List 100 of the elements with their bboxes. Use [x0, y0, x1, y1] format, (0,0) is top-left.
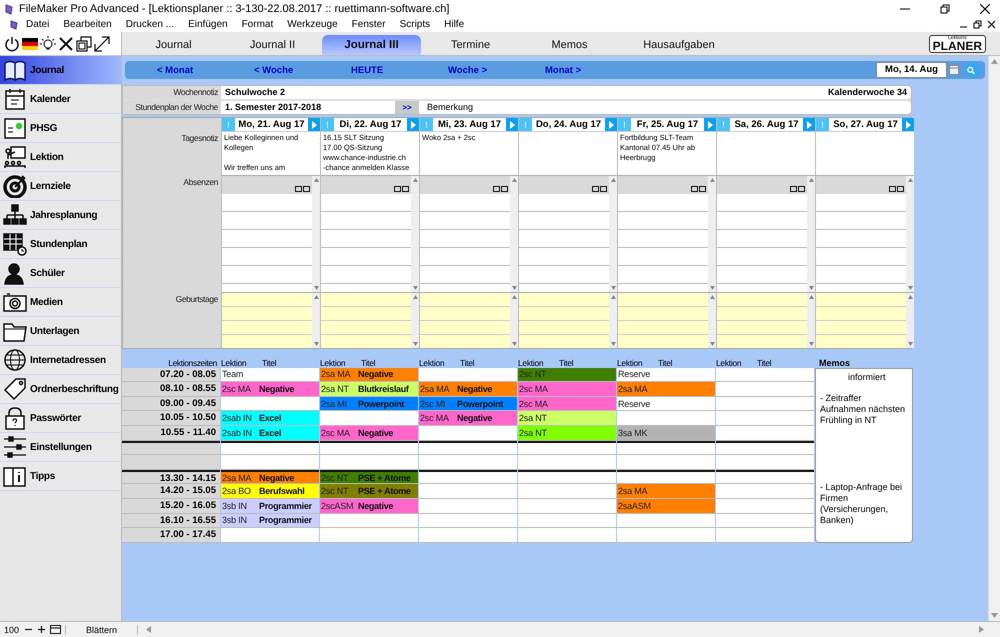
birthday-list[interactable]: [618, 292, 716, 348]
nav-link[interactable]: HEUTE: [351, 64, 448, 76]
menu-item[interactable]: Fenster: [344, 19, 392, 30]
scroll-down-icon[interactable]: [512, 342, 516, 346]
scroll-down-icon[interactable]: [808, 342, 814, 346]
scrollbar[interactable]: [510, 176, 518, 292]
lesson-cell[interactable]: 2sa BO Berufswahl: [221, 484, 319, 499]
lesson-cell[interactable]: 2saASM: [617, 498, 715, 514]
scrollbar[interactable]: [312, 293, 320, 348]
scroll-down-icon[interactable]: [314, 342, 318, 346]
birthday-list[interactable]: [321, 292, 419, 348]
scroll-up-icon[interactable]: [512, 178, 516, 182]
birthday-list[interactable]: [420, 292, 518, 348]
scrollbar[interactable]: [312, 176, 320, 292]
absence-list[interactable]: [222, 175, 320, 292]
next-button[interactable]: [308, 118, 320, 131]
scrollbar[interactable]: [609, 176, 617, 292]
lesson-cell[interactable]: 2sc MI Powerpoint: [419, 396, 517, 412]
scroll-left-icon[interactable]: [146, 626, 152, 633]
scrollbar[interactable]: [807, 293, 815, 348]
tab[interactable]: Journal: [124, 35, 223, 55]
scrollbar[interactable]: [510, 293, 518, 348]
sidebar-item[interactable]: Internetadressen: [0, 346, 121, 375]
scroll-down-icon[interactable]: [610, 342, 616, 346]
lesson-cell[interactable]: 2sa NT: [518, 426, 616, 441]
lesson-cell[interactable]: 3sb IN Programmier: [221, 498, 319, 514]
lesson-cell[interactable]: 2sa MA: [617, 484, 715, 499]
scrollbar[interactable]: [906, 176, 914, 292]
scrollbar[interactable]: [988, 56, 1000, 621]
scroll-up-icon[interactable]: [808, 178, 814, 182]
sidebar-item[interactable]: Lektion: [0, 143, 121, 172]
scroll-down-icon[interactable]: [610, 286, 616, 290]
absence-list[interactable]: [717, 175, 815, 292]
lesson-cell[interactable]: 2sa NT: [518, 411, 616, 426]
day-note-field[interactable]: [519, 131, 617, 175]
lesson-cell[interactable]: 2sc NT PSE + Atome: [320, 484, 418, 499]
week-note-field[interactable]: Schulwoche 2 Kalenderwoche 34: [221, 86, 911, 99]
lesson-cell[interactable]: Team: [221, 368, 319, 382]
birthday-list[interactable]: [519, 292, 617, 348]
lesson-cell[interactable]: 2sab IN Excel: [221, 426, 319, 441]
scroll-up-icon[interactable]: [412, 295, 418, 299]
menu-item[interactable]: Einfügen: [180, 19, 234, 30]
lesson-cell[interactable]: 2sc MA Negative: [419, 411, 517, 426]
sidebar-item[interactable]: Stundenplan: [0, 230, 121, 259]
scrollbar[interactable]: [807, 176, 815, 292]
scroll-up-icon[interactable]: [512, 295, 516, 299]
menu-item[interactable]: Format: [234, 19, 280, 30]
scroll-up-icon[interactable]: [808, 295, 814, 299]
birthday-list[interactable]: [816, 292, 914, 348]
lesson-cell[interactable]: 2sa NT Blutkreislauf: [320, 382, 418, 397]
scroll-down-icon[interactable]: [991, 613, 998, 618]
timetable-field[interactable]: 1. Semester 2017-2018: [221, 101, 395, 114]
flag-icon[interactable]: [22, 36, 38, 50]
sidebar-item[interactable]: Lernziele: [0, 172, 121, 201]
menu-item[interactable]: Scripts: [392, 19, 436, 30]
scroll-down-icon[interactable]: [412, 286, 418, 290]
mode-label[interactable]: Blättern: [65, 624, 138, 634]
next-button[interactable]: [902, 118, 914, 131]
scroll-down-icon[interactable]: [808, 286, 814, 290]
scroll-down-icon[interactable]: [908, 342, 912, 346]
menu-item[interactable]: Hilfe: [436, 19, 470, 30]
layout-icon[interactable]: [50, 625, 61, 634]
lesson-cell[interactable]: 2sa MA Negative: [221, 470, 319, 484]
lesson-cell[interactable]: 2sc MA: [518, 396, 616, 412]
absence-list[interactable]: [420, 175, 518, 292]
menu-item[interactable]: Werkzeuge: [279, 19, 344, 30]
absence-list[interactable]: [618, 175, 716, 292]
next-button[interactable]: [803, 118, 815, 131]
scroll-up-icon[interactable]: [710, 295, 714, 299]
lesson-cell[interactable]: Reserve: [617, 396, 715, 412]
next-button[interactable]: [506, 118, 518, 131]
lesson-cell[interactable]: Reserve: [617, 368, 715, 382]
nav-link[interactable]: < Monat: [157, 64, 254, 76]
maximize-icon[interactable]: [940, 4, 950, 14]
scrollbar[interactable]: [708, 293, 716, 348]
menu-item[interactable]: Datei: [18, 19, 56, 30]
menu-item[interactable]: Bearbeiten: [55, 19, 118, 30]
next-button[interactable]: [704, 118, 716, 131]
lesson-cell[interactable]: 2sc MA Negative: [320, 426, 418, 441]
tab[interactable]: Hausaufgaben: [619, 35, 739, 55]
scroll-up-icon[interactable]: [314, 178, 318, 182]
expand-icon[interactable]: [94, 36, 110, 52]
tab[interactable]: Journal III: [322, 35, 421, 55]
birthday-list[interactable]: [717, 292, 815, 348]
scroll-down-icon[interactable]: [512, 286, 516, 290]
date-field[interactable]: Mo, 14. Aug: [876, 62, 947, 78]
next-button[interactable]: [407, 118, 419, 131]
sidebar-item[interactable]: Journal: [0, 56, 121, 85]
absence-list[interactable]: [816, 175, 914, 292]
scrollbar[interactable]: [906, 293, 914, 348]
sidebar-item[interactable]: Ordnerbeschriftung: [0, 375, 121, 404]
nav-link[interactable]: Monat >: [545, 64, 641, 76]
lesson-cell[interactable]: 3sa MK: [617, 426, 715, 441]
tab[interactable]: Journal II: [223, 35, 322, 55]
lesson-cell[interactable]: 2sa MA Negative: [419, 382, 517, 397]
menu-item[interactable]: Drucken ...: [118, 19, 180, 30]
scroll-down-icon[interactable]: [314, 286, 318, 290]
day-note-field[interactable]: [816, 131, 914, 175]
remark-field[interactable]: Bemerkung: [419, 101, 911, 114]
lesson-cell[interactable]: 2sc MA Negative: [221, 382, 319, 397]
